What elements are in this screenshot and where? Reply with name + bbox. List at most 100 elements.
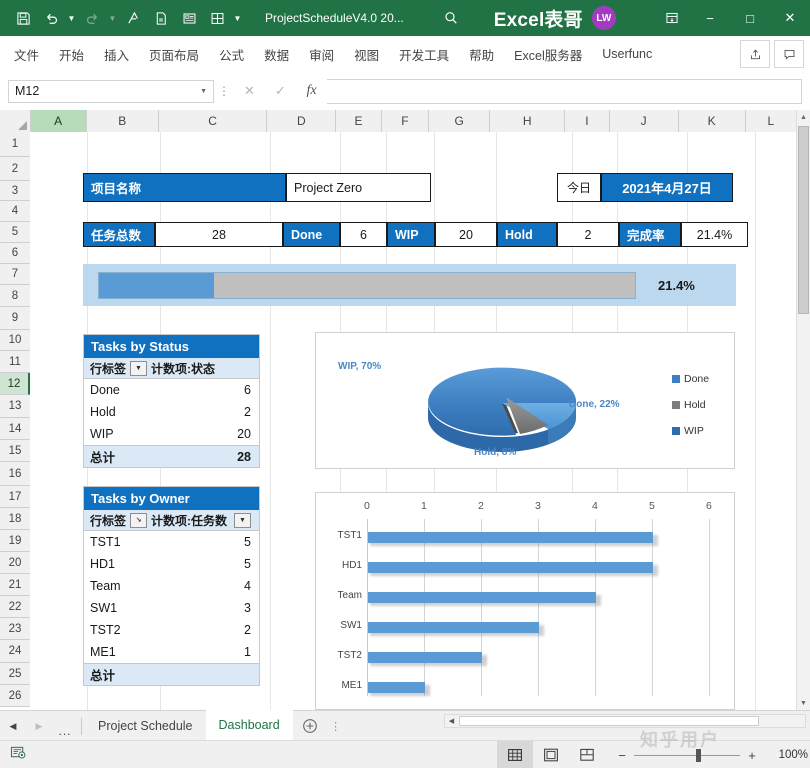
select-all-button[interactable] <box>0 110 31 132</box>
pivot-owner-filter-icon[interactable]: ▼ <box>234 512 251 528</box>
zoom-in-button[interactable]: + <box>742 748 762 763</box>
ribbon-display-options-icon[interactable] <box>654 0 690 36</box>
row-header-10[interactable]: 10 <box>0 330 30 351</box>
ribbon-tab-help[interactable]: 帮助 <box>459 36 504 72</box>
pivot-owner-sort-icon[interactable]: ↘ <box>130 512 148 528</box>
column-header-k[interactable]: K <box>678 110 746 132</box>
confirm-icon[interactable]: ✓ <box>265 80 296 103</box>
ribbon-tab-file[interactable]: 文件 <box>0 36 49 72</box>
horizontal-scrollbar-thumb[interactable] <box>459 716 759 726</box>
vertical-scrollbar-thumb[interactable] <box>798 126 809 314</box>
ribbon-tab-formulas[interactable]: 公式 <box>209 36 254 72</box>
row-header-24[interactable]: 24 <box>0 640 30 663</box>
row-header-25[interactable]: 25 <box>0 663 30 685</box>
minimize-button[interactable]: − <box>690 0 730 36</box>
row-header-14[interactable]: 14 <box>0 418 30 440</box>
maximize-button[interactable]: □ <box>730 0 770 36</box>
column-header-c[interactable]: C <box>158 110 268 132</box>
redo-icon[interactable] <box>79 5 105 31</box>
sheet-canvas[interactable]: 项目名称 Project Zero 今日 2021年4月27日 任务总数 28 … <box>30 132 797 710</box>
add-sheet-icon[interactable] <box>293 711 327 741</box>
ribbon-tab-view[interactable]: 视图 <box>344 36 389 72</box>
row-header-18[interactable]: 18 <box>0 508 30 530</box>
row-header-19[interactable]: 19 <box>0 530 30 552</box>
row-header-17[interactable]: 17 <box>0 486 30 508</box>
search-icon[interactable] <box>438 5 464 31</box>
zoom-level-label[interactable]: 100% <box>762 749 810 761</box>
row-header-23[interactable]: 23 <box>0 618 30 640</box>
row-header-12[interactable]: 12 <box>0 373 30 395</box>
row-header-13[interactable]: 13 <box>0 395 30 418</box>
sheet-tab-project-schedule[interactable]: Project Schedule <box>85 711 206 741</box>
cancel-icon[interactable]: ✕ <box>234 80 265 103</box>
avatar[interactable]: LW <box>591 6 616 30</box>
page-layout-view-button[interactable] <box>533 741 569 768</box>
sheet-list-icon[interactable]: ... <box>52 708 78 745</box>
column-header-h[interactable]: H <box>490 110 566 132</box>
scroll-up-icon[interactable]: ▲ <box>797 110 810 124</box>
record-macro-icon[interactable] <box>10 745 27 765</box>
previous-sheet-icon[interactable]: ◀ <box>0 711 26 741</box>
column-header-e[interactable]: E <box>336 110 382 132</box>
row-header-6[interactable]: 6 <box>0 243 30 264</box>
name-box-chevron-down-icon[interactable]: ▼ <box>200 88 207 95</box>
undo-icon[interactable] <box>38 5 64 31</box>
vertical-scrollbar[interactable]: ▲ ▼ <box>796 110 810 710</box>
row-header-20[interactable]: 20 <box>0 552 30 574</box>
horizontal-scrollbar[interactable]: ◀ <box>444 714 806 728</box>
column-header-g[interactable]: G <box>429 110 491 132</box>
share-icon[interactable] <box>740 40 770 68</box>
formula-input[interactable] <box>327 78 802 104</box>
undo-dropdown-icon[interactable]: ▼ <box>66 14 77 23</box>
scroll-down-icon[interactable]: ▼ <box>797 696 810 710</box>
normal-view-button[interactable] <box>497 741 533 768</box>
column-header-j[interactable]: J <box>609 110 679 132</box>
pivot-status-filter-icon[interactable]: ▼ <box>130 360 148 376</box>
ribbon-tab-excel-server[interactable]: Excel服务器 <box>504 36 592 72</box>
row-header-8[interactable]: 8 <box>0 285 30 307</box>
ribbon-tab-review[interactable]: 审阅 <box>299 36 344 72</box>
row-header-22[interactable]: 22 <box>0 596 30 618</box>
row-header-4[interactable]: 4 <box>0 201 30 222</box>
table-icon[interactable] <box>204 5 230 31</box>
next-sheet-icon[interactable]: ▶ <box>26 711 52 741</box>
row-header-5[interactable]: 5 <box>0 222 30 243</box>
pie-chart[interactable]: WIP, 70% Done, 22% Hold, 8% Done Hold WI… <box>315 332 735 469</box>
column-header-d[interactable]: D <box>267 110 337 132</box>
touch-mode-icon[interactable] <box>120 5 146 31</box>
row-header-21[interactable]: 21 <box>0 574 30 596</box>
ribbon-tab-userfunc[interactable]: Userfunc <box>592 36 662 72</box>
comment-icon[interactable] <box>774 40 804 68</box>
save-icon[interactable] <box>10 5 36 31</box>
row-header-15[interactable]: 15 <box>0 440 30 462</box>
zoom-slider[interactable] <box>634 748 740 762</box>
row-header-2[interactable]: 2 <box>0 157 30 181</box>
column-header-l[interactable]: L <box>745 110 797 132</box>
ribbon-tab-developer[interactable]: 开发工具 <box>389 36 459 72</box>
ribbon-tab-page-layout[interactable]: 页面布局 <box>139 36 209 72</box>
scroll-left-icon[interactable]: ◀ <box>445 715 458 727</box>
zoom-out-button[interactable]: − <box>612 748 632 763</box>
column-header-b[interactable]: B <box>86 110 159 132</box>
print-preview-icon[interactable] <box>148 5 174 31</box>
column-header-f[interactable]: F <box>381 110 430 132</box>
ribbon-tab-insert[interactable]: 插入 <box>94 36 139 72</box>
redo-dropdown-icon[interactable]: ▼ <box>107 14 118 23</box>
zoom-slider-thumb[interactable] <box>696 748 701 762</box>
row-header-1[interactable]: 1 <box>0 132 30 157</box>
row-header-11[interactable]: 11 <box>0 351 30 373</box>
row-header-3[interactable]: 3 <box>0 181 30 201</box>
row-header-26[interactable]: 26 <box>0 685 30 707</box>
bar-chart[interactable]: 0 1 2 3 4 5 6 TST1 HD1 Team SW1 TST2 ME1 <box>315 492 735 710</box>
sheet-tab-overflow-icon[interactable]: ⋮ <box>327 711 345 741</box>
row-header-9[interactable]: 9 <box>0 307 30 330</box>
name-box[interactable]: M12 ▼ <box>8 79 214 103</box>
row-header-7[interactable]: 7 <box>0 264 30 285</box>
form-icon[interactable] <box>176 5 202 31</box>
project-name-value[interactable]: Project Zero <box>286 173 431 202</box>
ribbon-tab-home[interactable]: 开始 <box>49 36 94 72</box>
page-break-view-button[interactable] <box>569 741 605 768</box>
column-header-i[interactable]: I <box>565 110 610 132</box>
customize-quick-access-icon[interactable]: ▼ <box>232 14 243 23</box>
column-header-a[interactable]: A <box>30 110 87 132</box>
